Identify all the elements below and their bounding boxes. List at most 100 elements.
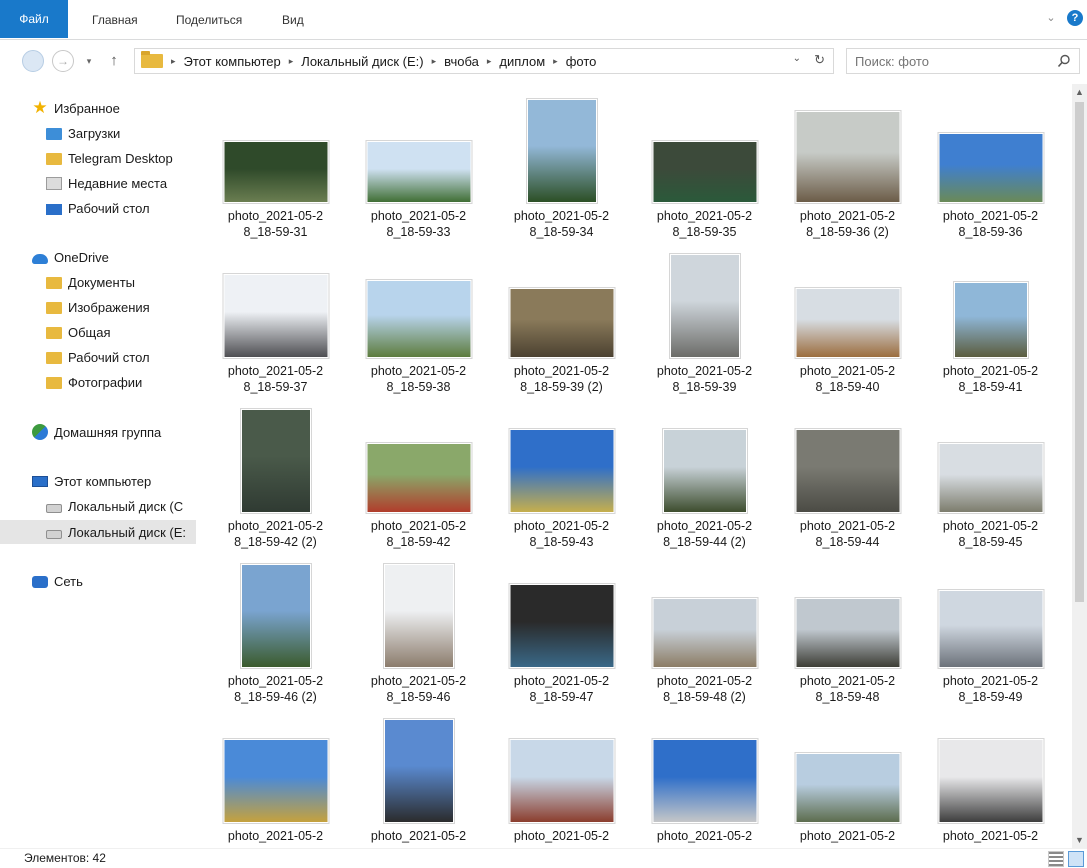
recent-locations-icon[interactable]: ▾ — [82, 52, 96, 70]
cloud-icon — [32, 254, 48, 264]
file-item[interactable]: photo_2021-05-2 8_18-59-46 — [347, 559, 490, 719]
sidebar-item-this-pc[interactable]: Этот компьютер — [32, 469, 151, 493]
back-button[interactable] — [22, 50, 44, 72]
file-item[interactable]: photo_2021-05-2 8_18-59-33 — [347, 94, 490, 254]
file-item[interactable]: photo_2021-05-2 8_18-59-48 — [776, 559, 919, 719]
file-item[interactable]: photo_2021-05-2 8_18-59-34 — [490, 94, 633, 254]
file-name-line1: photo_2021-05-2 — [227, 674, 324, 688]
file-item[interactable]: photo_2021-05-2 8_18-59-42 — [347, 404, 490, 564]
breadcrumb-item-computer[interactable]: Этот компьютер — [184, 54, 281, 69]
sidebar-item-images[interactable]: Изображения — [46, 295, 150, 319]
scroll-up-icon[interactable]: ▲ — [1072, 84, 1087, 100]
sidebar-item-label: Локальный диск (E: — [68, 524, 186, 540]
sidebar-item-label: OneDrive — [54, 249, 109, 265]
file-item[interactable]: photo_2021-05-2 — [204, 714, 347, 848]
file-item[interactable]: photo_2021-05-2 8_18-59-46 (2) — [204, 559, 347, 719]
details-view-icon[interactable] — [1048, 851, 1064, 867]
sidebar-item-onedrive-desktop[interactable]: Рабочий стол — [46, 345, 150, 369]
expand-ribbon-icon[interactable]: ⌄ — [1043, 10, 1059, 26]
sidebar-item-documents[interactable]: Документы — [46, 270, 135, 294]
sidebar-item-disk-c[interactable]: Локальный диск (C — [46, 494, 183, 518]
sidebar-item-telegram[interactable]: Telegram Desktop — [46, 146, 173, 170]
tab-home[interactable]: Главная — [84, 0, 146, 40]
tab-share[interactable]: Поделиться — [168, 0, 250, 40]
file-item[interactable]: photo_2021-05-2 8_18-59-40 — [776, 249, 919, 409]
refresh-icon[interactable]: ↻ — [814, 52, 825, 68]
sidebar-item-label: Рабочий стол — [68, 200, 150, 216]
breadcrumb-item-photo[interactable]: фото — [566, 54, 597, 69]
file-item[interactable]: photo_2021-05-2 8_18-59-41 — [919, 249, 1062, 409]
file-name-line2: 8_18-59-46 — [386, 690, 451, 704]
file-item[interactable]: photo_2021-05-2 8_18-59-48 (2) — [633, 559, 776, 719]
sidebar-item-onedrive[interactable]: OneDrive — [32, 245, 109, 269]
file-item[interactable]: photo_2021-05-2 8_18-59-43 — [490, 404, 633, 564]
file-name-line2: 8_18-59-48 — [815, 690, 880, 704]
photo-thumbnail — [365, 140, 472, 204]
breadcrumb-item-diploma[interactable]: диплом — [499, 54, 545, 69]
file-item[interactable]: photo_2021-05-2 — [776, 714, 919, 848]
desktop-icon — [46, 204, 62, 215]
file-item[interactable]: photo_2021-05-2 8_18-59-31 — [204, 94, 347, 254]
file-name-line2: 8_18-59-33 — [386, 225, 451, 239]
address-dropdown-icon[interactable]: ⌄ — [793, 53, 801, 64]
sidebar-item-network[interactable]: Сеть — [32, 569, 83, 593]
large-icons-view-icon[interactable] — [1068, 851, 1084, 867]
ribbon-controls: ⌄ ? — [1043, 10, 1083, 26]
file-item[interactable]: photo_2021-05-2 8_18-59-44 (2) — [633, 404, 776, 564]
address-bar[interactable]: ▸ Этот компьютер ▸ Локальный диск (E:) ▸… — [134, 48, 834, 74]
file-item[interactable]: photo_2021-05-2 8_18-59-38 — [347, 249, 490, 409]
folder-icon — [141, 51, 163, 68]
sidebar-item-shared[interactable]: Общая — [46, 320, 111, 344]
up-button[interactable]: ↑ — [106, 51, 122, 71]
photo-thumbnail — [668, 253, 741, 359]
search-icon[interactable] — [1057, 54, 1071, 68]
file-item[interactable]: photo_2021-05-2 8_18-59-44 — [776, 404, 919, 564]
file-item[interactable]: photo_2021-05-2 8_18-59-39 (2) — [490, 249, 633, 409]
sidebar-item-photos[interactable]: Фотографии — [46, 370, 142, 394]
photo-thumbnail — [937, 132, 1044, 204]
search-input[interactable] — [847, 49, 1037, 73]
file-item[interactable]: photo_2021-05-2 8_18-59-37 — [204, 249, 347, 409]
file-item[interactable]: photo_2021-05-2 8_18-59-36 (2) — [776, 94, 919, 254]
file-item[interactable]: photo_2021-05-2 — [919, 714, 1062, 848]
file-name-line1: photo_2021-05-2 — [370, 519, 467, 533]
file-name-line2: 8_18-59-34 — [529, 225, 594, 239]
file-name-line2: 8_18-59-47 — [529, 690, 594, 704]
file-name-line2: 8_18-59-41 — [958, 380, 1023, 394]
breadcrumb-item-vchoba[interactable]: вчоба — [444, 54, 479, 69]
sidebar-item-downloads[interactable]: Загрузки — [46, 121, 120, 145]
file-item[interactable]: photo_2021-05-2 — [347, 714, 490, 848]
sidebar-item-homegroup[interactable]: Домашняя группа — [32, 420, 161, 444]
scrollbar-thumb[interactable] — [1075, 102, 1084, 602]
homegroup-icon — [32, 424, 48, 440]
sidebar-item-recent-places[interactable]: Недавние места — [46, 171, 167, 195]
sidebar-item-favorites[interactable]: ★ Избранное — [32, 96, 120, 120]
file-name-line1: photo_2021-05-2 — [513, 674, 610, 688]
file-item[interactable]: photo_2021-05-2 8_18-59-39 — [633, 249, 776, 409]
help-icon[interactable]: ? — [1067, 10, 1083, 26]
sidebar-item-desktop[interactable]: Рабочий стол — [46, 196, 150, 220]
file-item[interactable]: photo_2021-05-2 8_18-59-36 — [919, 94, 1062, 254]
file-name-line1: photo_2021-05-2 — [799, 209, 896, 223]
sidebar-item-label: Сеть — [54, 573, 83, 589]
file-item[interactable]: photo_2021-05-2 8_18-59-45 — [919, 404, 1062, 564]
breadcrumb-item-disk-e[interactable]: Локальный диск (E:) — [301, 54, 423, 69]
file-name-line1: photo_2021-05-2 — [513, 364, 610, 378]
forward-button[interactable]: → — [52, 50, 74, 72]
breadcrumb-separator-icon: ▸ — [486, 55, 492, 66]
file-item[interactable]: photo_2021-05-2 8_18-59-49 — [919, 559, 1062, 719]
scroll-down-icon[interactable]: ▼ — [1072, 832, 1087, 848]
file-name-line1: photo_2021-05-2 — [370, 829, 467, 843]
sidebar-item-disk-e[interactable]: Локальный диск (E: — [0, 520, 196, 544]
photo-thumbnail — [508, 428, 615, 514]
file-item[interactable]: photo_2021-05-2 8_18-59-47 — [490, 559, 633, 719]
photo-thumbnail — [382, 563, 455, 669]
vertical-scrollbar[interactable]: ▲ ▼ — [1072, 84, 1087, 848]
tab-file[interactable]: Файл — [0, 0, 68, 38]
sidebar-item-label: Общая — [68, 324, 111, 340]
file-item[interactable]: photo_2021-05-2 — [633, 714, 776, 848]
file-item[interactable]: photo_2021-05-2 8_18-59-35 — [633, 94, 776, 254]
file-item[interactable]: photo_2021-05-2 — [490, 714, 633, 848]
tab-view[interactable]: Вид — [274, 0, 312, 40]
file-item[interactable]: photo_2021-05-2 8_18-59-42 (2) — [204, 404, 347, 564]
